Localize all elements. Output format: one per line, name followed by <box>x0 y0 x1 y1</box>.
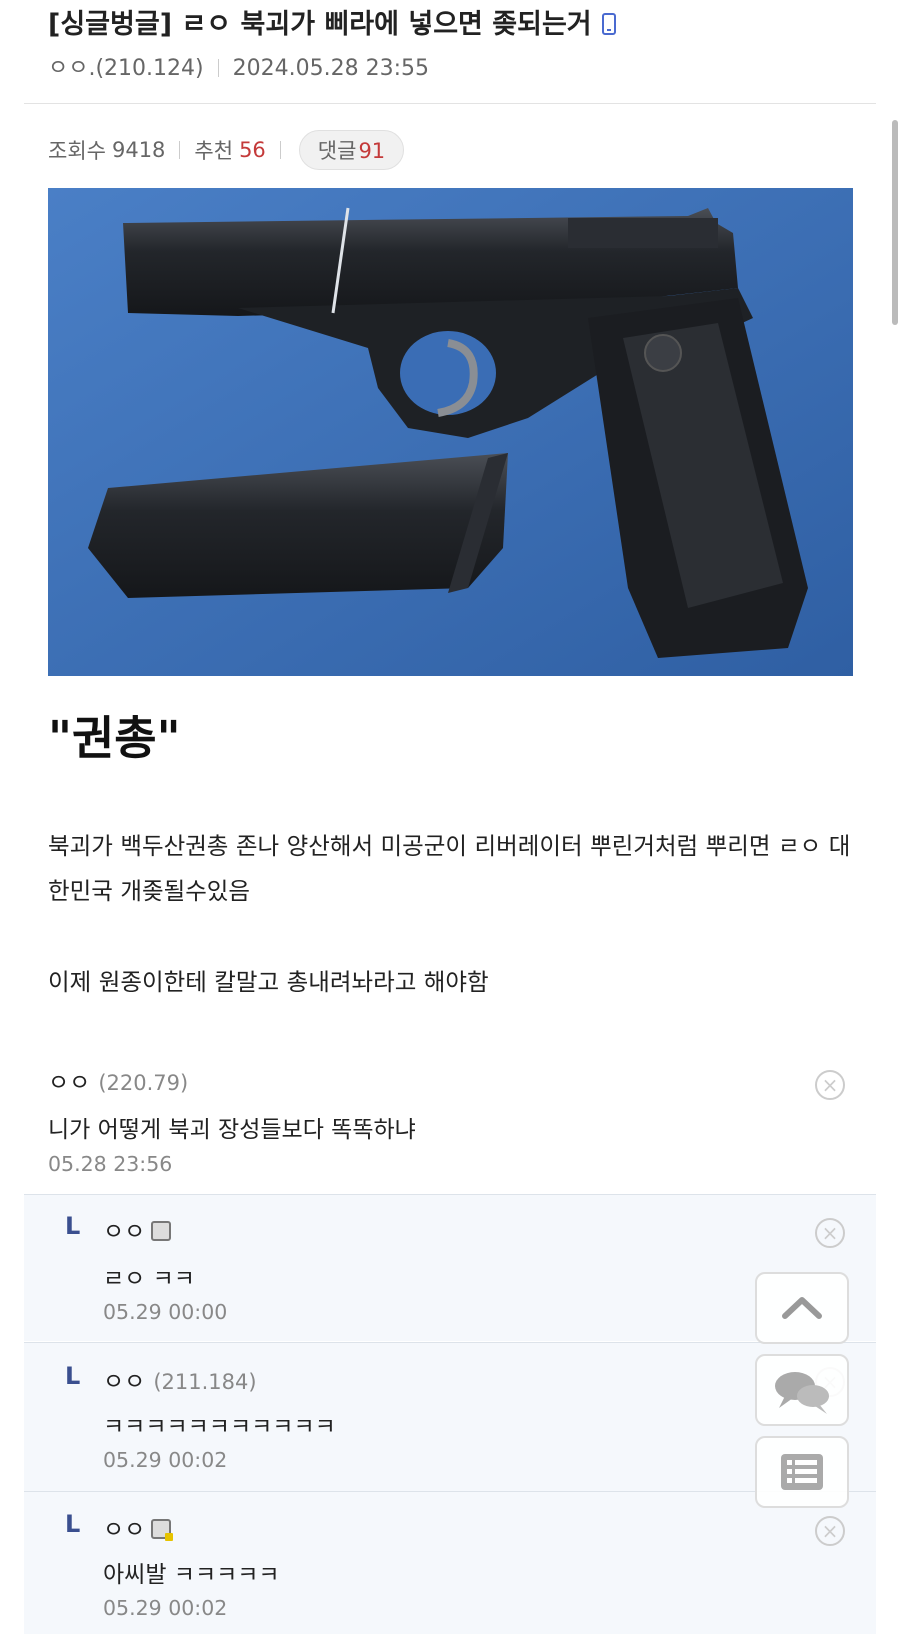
comment-date: 05.29 00:00 <box>103 1300 228 1324</box>
close-icon[interactable]: × <box>815 1218 845 1248</box>
comment-author-name[interactable]: ㅇㅇ <box>103 1219 145 1245</box>
pistol-photo <box>48 188 853 676</box>
reply-marker: L <box>65 1510 81 1538</box>
post-stats: 조회수 9418 추천 56 댓글91 <box>48 130 405 170</box>
arrow-up-icon <box>782 1297 822 1319</box>
divider <box>217 59 219 77</box>
comments-pill-button[interactable]: 댓글91 <box>298 130 405 170</box>
comment-text: 니가 어떻게 북괴 장성들보다 똑똑하냐 <box>48 1117 416 1143</box>
post-title-text: [싱글벙글] ㄹㅇ 북괴가 삐라에 넣으면 좆되는거 <box>48 9 592 40</box>
comment-author: ㅇㅇ <box>103 1510 174 1544</box>
views-label: 조회수 <box>48 139 106 163</box>
comment-ip: (220.79) <box>98 1071 189 1095</box>
comment-author-name[interactable]: ㅇㅇ <box>48 1070 90 1096</box>
reply-marker: L <box>65 1212 81 1240</box>
comment-author: ㅇㅇ <box>103 1212 172 1246</box>
comment-text: ㅋㅋㅋㅋㅋㅋㅋㅋㅋㅋㅋ <box>103 1414 336 1440</box>
scrollbar[interactable] <box>892 120 898 325</box>
comments-label: 댓글 <box>317 139 357 163</box>
comment-author-name[interactable]: ㅇㅇ <box>103 1369 145 1395</box>
divider <box>179 141 181 159</box>
comment-author-name[interactable]: ㅇㅇ <box>103 1517 145 1543</box>
list-icon <box>781 1454 823 1490</box>
views-count: 9418 <box>111 138 166 162</box>
post-image <box>48 188 853 676</box>
reply-marker: L <box>65 1362 81 1390</box>
post-title: [싱글벙글] ㄹㅇ 북괴가 삐라에 넣으면 좆되는거 <box>48 2 616 41</box>
comment-date: 05.28 23:56 <box>48 1152 173 1176</box>
comment-text: 아씨발 ㅋㅋㅋㅋㅋ <box>103 1562 280 1588</box>
comment-bubble-icon <box>775 1372 829 1414</box>
comments-count: 91 <box>358 139 386 163</box>
post-paragraph: 이제 원종이한테 칼말고 총내려놔라고 해야함 <box>48 968 489 996</box>
post-date: 2024.05.28 23:55 <box>232 56 429 81</box>
divider <box>279 141 281 159</box>
comment-date: 05.29 00:02 <box>103 1448 228 1472</box>
close-icon[interactable]: × <box>815 1070 845 1100</box>
mobile-icon <box>601 13 616 35</box>
recommend-label: 추천 <box>194 139 234 163</box>
post-headline: "권총" <box>48 711 181 765</box>
comment-date: 05.29 00:02 <box>103 1596 228 1620</box>
recommend-count: 56 <box>239 138 266 162</box>
post-author[interactable]: ㅇㅇ.(210.124) <box>48 56 204 81</box>
close-icon[interactable]: × <box>815 1516 845 1546</box>
comment-author: ㅇㅇ (211.184) <box>103 1362 257 1396</box>
comment-text: ㄹㅇ ㅋㅋ <box>103 1266 195 1292</box>
memo-icon <box>151 1221 172 1241</box>
post-paragraph: 북괴가 백두산권총 존나 양산해서 미공군이 리버레이터 뿌린거처럼 뿌리면 ㄹ… <box>48 832 851 905</box>
comments-button[interactable] <box>755 1354 849 1426</box>
divider <box>24 103 876 104</box>
list-button[interactable] <box>755 1436 849 1508</box>
comment-ip: (211.184) <box>153 1370 257 1394</box>
memo-icon <box>151 1519 174 1541</box>
scroll-top-button[interactable] <box>755 1272 849 1344</box>
post-meta: ㅇㅇ.(210.124) 2024.05.28 23:55 <box>48 50 429 82</box>
comment-author: ㅇㅇ (220.79) <box>48 1063 188 1097</box>
